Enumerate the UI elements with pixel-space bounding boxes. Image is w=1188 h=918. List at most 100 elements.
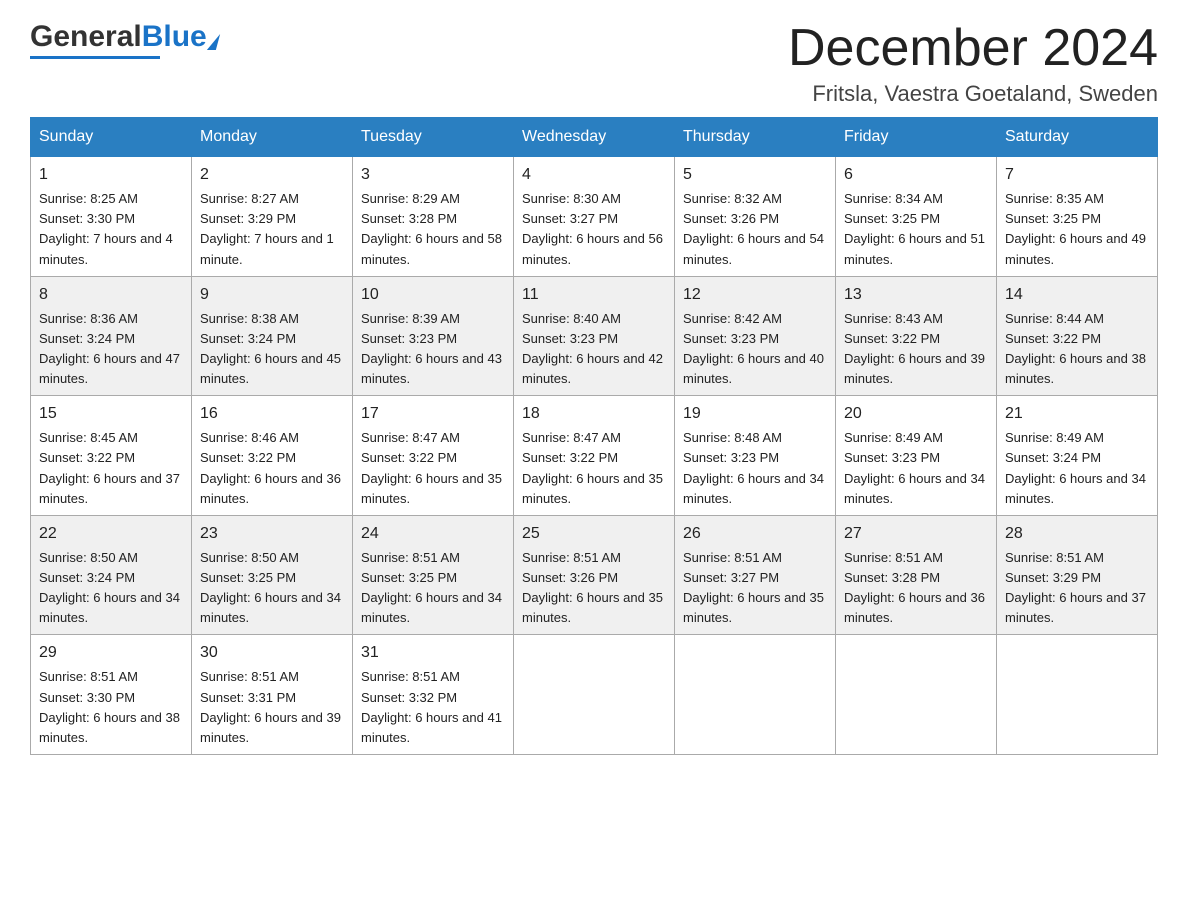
calendar-header-row: SundayMondayTuesdayWednesdayThursdayFrid…	[31, 118, 1158, 157]
calendar-day-header-friday: Friday	[836, 118, 997, 157]
title-section: December 2024 Fritsla, Vaestra Goetaland…	[788, 20, 1158, 107]
day-number: 12	[683, 283, 827, 307]
calendar-cell: 15 Sunrise: 8:45 AMSunset: 3:22 PMDaylig…	[31, 396, 192, 516]
day-info: Sunrise: 8:49 AMSunset: 3:23 PMDaylight:…	[844, 430, 985, 505]
day-info: Sunrise: 8:51 AMSunset: 3:29 PMDaylight:…	[1005, 550, 1146, 625]
day-info: Sunrise: 8:48 AMSunset: 3:23 PMDaylight:…	[683, 430, 824, 505]
logo: GeneralBlue	[30, 20, 218, 59]
day-number: 30	[200, 641, 344, 665]
calendar-week-row: 22 Sunrise: 8:50 AMSunset: 3:24 PMDaylig…	[31, 515, 1158, 635]
day-info: Sunrise: 8:32 AMSunset: 3:26 PMDaylight:…	[683, 191, 824, 266]
calendar-cell: 22 Sunrise: 8:50 AMSunset: 3:24 PMDaylig…	[31, 515, 192, 635]
logo-underline	[30, 56, 160, 59]
day-number: 27	[844, 522, 988, 546]
day-number: 16	[200, 402, 344, 426]
day-number: 2	[200, 163, 344, 187]
day-number: 14	[1005, 283, 1149, 307]
day-number: 13	[844, 283, 988, 307]
calendar-week-row: 15 Sunrise: 8:45 AMSunset: 3:22 PMDaylig…	[31, 396, 1158, 516]
calendar-week-row: 1 Sunrise: 8:25 AMSunset: 3:30 PMDayligh…	[31, 157, 1158, 277]
calendar-week-row: 8 Sunrise: 8:36 AMSunset: 3:24 PMDayligh…	[31, 276, 1158, 396]
day-info: Sunrise: 8:29 AMSunset: 3:28 PMDaylight:…	[361, 191, 502, 266]
day-number: 31	[361, 641, 505, 665]
calendar-cell: 23 Sunrise: 8:50 AMSunset: 3:25 PMDaylig…	[192, 515, 353, 635]
day-info: Sunrise: 8:40 AMSunset: 3:23 PMDaylight:…	[522, 311, 663, 386]
day-number: 29	[39, 641, 183, 665]
day-number: 24	[361, 522, 505, 546]
calendar-cell: 7 Sunrise: 8:35 AMSunset: 3:25 PMDayligh…	[997, 157, 1158, 277]
day-number: 1	[39, 163, 183, 187]
day-info: Sunrise: 8:45 AMSunset: 3:22 PMDaylight:…	[39, 430, 180, 505]
calendar-cell: 13 Sunrise: 8:43 AMSunset: 3:22 PMDaylig…	[836, 276, 997, 396]
day-number: 17	[361, 402, 505, 426]
day-info: Sunrise: 8:34 AMSunset: 3:25 PMDaylight:…	[844, 191, 985, 266]
calendar-cell: 1 Sunrise: 8:25 AMSunset: 3:30 PMDayligh…	[31, 157, 192, 277]
day-number: 3	[361, 163, 505, 187]
day-info: Sunrise: 8:25 AMSunset: 3:30 PMDaylight:…	[39, 191, 173, 266]
calendar-cell: 2 Sunrise: 8:27 AMSunset: 3:29 PMDayligh…	[192, 157, 353, 277]
calendar-cell: 30 Sunrise: 8:51 AMSunset: 3:31 PMDaylig…	[192, 635, 353, 755]
calendar-day-header-thursday: Thursday	[675, 118, 836, 157]
day-info: Sunrise: 8:38 AMSunset: 3:24 PMDaylight:…	[200, 311, 341, 386]
calendar-cell: 20 Sunrise: 8:49 AMSunset: 3:23 PMDaylig…	[836, 396, 997, 516]
calendar-cell: 5 Sunrise: 8:32 AMSunset: 3:26 PMDayligh…	[675, 157, 836, 277]
day-number: 15	[39, 402, 183, 426]
logo-general: General	[30, 20, 142, 53]
calendar-cell: 3 Sunrise: 8:29 AMSunset: 3:28 PMDayligh…	[353, 157, 514, 277]
calendar-week-row: 29 Sunrise: 8:51 AMSunset: 3:30 PMDaylig…	[31, 635, 1158, 755]
calendar-cell: 8 Sunrise: 8:36 AMSunset: 3:24 PMDayligh…	[31, 276, 192, 396]
calendar-cell: 9 Sunrise: 8:38 AMSunset: 3:24 PMDayligh…	[192, 276, 353, 396]
day-info: Sunrise: 8:43 AMSunset: 3:22 PMDaylight:…	[844, 311, 985, 386]
day-number: 6	[844, 163, 988, 187]
day-info: Sunrise: 8:51 AMSunset: 3:28 PMDaylight:…	[844, 550, 985, 625]
day-info: Sunrise: 8:50 AMSunset: 3:25 PMDaylight:…	[200, 550, 341, 625]
day-number: 21	[1005, 402, 1149, 426]
day-number: 26	[683, 522, 827, 546]
day-number: 10	[361, 283, 505, 307]
day-info: Sunrise: 8:51 AMSunset: 3:26 PMDaylight:…	[522, 550, 663, 625]
calendar-day-header-wednesday: Wednesday	[514, 118, 675, 157]
day-number: 22	[39, 522, 183, 546]
day-number: 11	[522, 283, 666, 307]
calendar-day-header-sunday: Sunday	[31, 118, 192, 157]
calendar-cell: 10 Sunrise: 8:39 AMSunset: 3:23 PMDaylig…	[353, 276, 514, 396]
calendar-table: SundayMondayTuesdayWednesdayThursdayFrid…	[30, 117, 1158, 755]
calendar-cell: 17 Sunrise: 8:47 AMSunset: 3:22 PMDaylig…	[353, 396, 514, 516]
day-number: 8	[39, 283, 183, 307]
logo-triangle-icon	[207, 34, 220, 50]
calendar-day-header-saturday: Saturday	[997, 118, 1158, 157]
calendar-day-header-monday: Monday	[192, 118, 353, 157]
day-info: Sunrise: 8:27 AMSunset: 3:29 PMDaylight:…	[200, 191, 334, 266]
day-number: 28	[1005, 522, 1149, 546]
day-info: Sunrise: 8:36 AMSunset: 3:24 PMDaylight:…	[39, 311, 180, 386]
day-info: Sunrise: 8:51 AMSunset: 3:27 PMDaylight:…	[683, 550, 824, 625]
day-info: Sunrise: 8:35 AMSunset: 3:25 PMDaylight:…	[1005, 191, 1146, 266]
day-info: Sunrise: 8:51 AMSunset: 3:30 PMDaylight:…	[39, 669, 180, 744]
day-info: Sunrise: 8:39 AMSunset: 3:23 PMDaylight:…	[361, 311, 502, 386]
calendar-cell: 4 Sunrise: 8:30 AMSunset: 3:27 PMDayligh…	[514, 157, 675, 277]
logo-wordmark: GeneralBlue	[30, 20, 218, 54]
calendar-day-header-tuesday: Tuesday	[353, 118, 514, 157]
calendar-cell: 25 Sunrise: 8:51 AMSunset: 3:26 PMDaylig…	[514, 515, 675, 635]
calendar-cell: 12 Sunrise: 8:42 AMSunset: 3:23 PMDaylig…	[675, 276, 836, 396]
day-info: Sunrise: 8:51 AMSunset: 3:25 PMDaylight:…	[361, 550, 502, 625]
calendar-cell	[514, 635, 675, 755]
day-info: Sunrise: 8:51 AMSunset: 3:31 PMDaylight:…	[200, 669, 341, 744]
calendar-cell: 24 Sunrise: 8:51 AMSunset: 3:25 PMDaylig…	[353, 515, 514, 635]
day-number: 19	[683, 402, 827, 426]
calendar-cell: 14 Sunrise: 8:44 AMSunset: 3:22 PMDaylig…	[997, 276, 1158, 396]
day-info: Sunrise: 8:49 AMSunset: 3:24 PMDaylight:…	[1005, 430, 1146, 505]
calendar-cell: 19 Sunrise: 8:48 AMSunset: 3:23 PMDaylig…	[675, 396, 836, 516]
calendar-cell: 26 Sunrise: 8:51 AMSunset: 3:27 PMDaylig…	[675, 515, 836, 635]
day-info: Sunrise: 8:47 AMSunset: 3:22 PMDaylight:…	[522, 430, 663, 505]
calendar-cell: 29 Sunrise: 8:51 AMSunset: 3:30 PMDaylig…	[31, 635, 192, 755]
calendar-cell: 18 Sunrise: 8:47 AMSunset: 3:22 PMDaylig…	[514, 396, 675, 516]
calendar-cell	[675, 635, 836, 755]
calendar-cell	[836, 635, 997, 755]
day-number: 23	[200, 522, 344, 546]
month-title: December 2024	[788, 20, 1158, 77]
location-subtitle: Fritsla, Vaestra Goetaland, Sweden	[788, 81, 1158, 107]
calendar-cell: 28 Sunrise: 8:51 AMSunset: 3:29 PMDaylig…	[997, 515, 1158, 635]
logo-blue-text: Blue	[142, 20, 207, 53]
calendar-cell: 16 Sunrise: 8:46 AMSunset: 3:22 PMDaylig…	[192, 396, 353, 516]
